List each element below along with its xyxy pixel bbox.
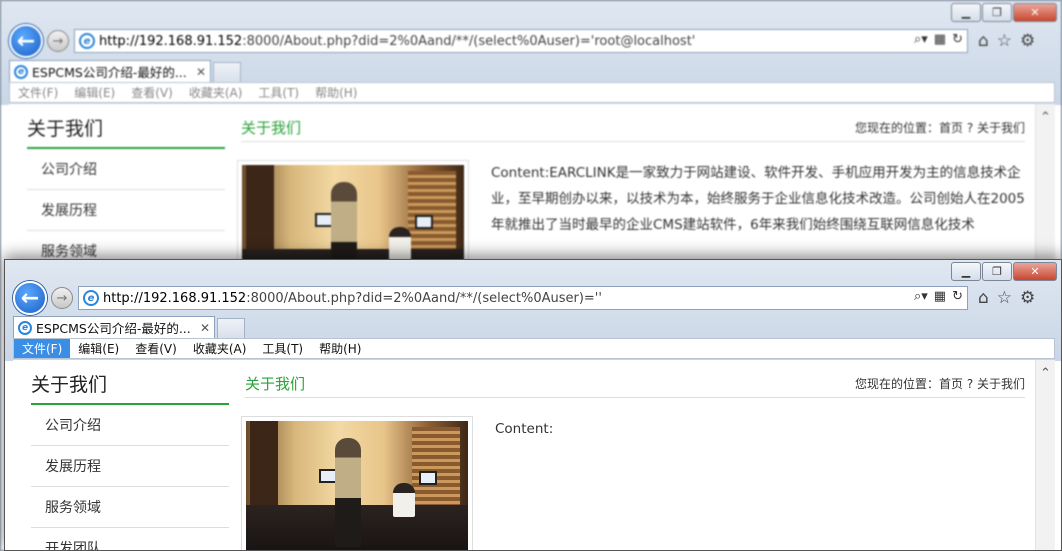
search-icon[interactable]: ⌕▾ xyxy=(914,289,928,304)
office-photo xyxy=(241,416,473,550)
browser-icons: ⌂ ☆ ⚙ xyxy=(978,288,1035,308)
menu-tools[interactable]: 工具(T) xyxy=(254,339,311,358)
menu-view[interactable]: 查看(V) xyxy=(123,83,181,102)
maximize-button[interactable]: ❐ xyxy=(982,3,1012,22)
page-content: 关于我们 公司介绍 发展历程 服务领域 开发团队 关于我们 您现在的位置：首页 … xyxy=(13,360,1055,550)
sidebar-item-history[interactable]: 发展历程 xyxy=(27,190,225,231)
back-button[interactable]: ← xyxy=(9,24,43,58)
browser-icons: ⌂ ☆ ⚙ xyxy=(978,31,1035,51)
browser-window-front: ▁ ❐ ✕ ← → e http://192.168.91.152:8000/A… xyxy=(4,259,1062,551)
compat-view-icon[interactable]: ▦ xyxy=(934,289,946,304)
search-icon[interactable]: ⌕▾ xyxy=(914,32,928,47)
chevron-up-icon[interactable]: ⌃ xyxy=(1040,366,1051,381)
sidebar-item-company-intro[interactable]: 公司介绍 xyxy=(31,405,229,446)
address-tools: ⌕▾ ▦ ↻ xyxy=(914,32,963,47)
new-tab-button[interactable] xyxy=(217,318,245,338)
forward-button[interactable]: → xyxy=(47,30,69,52)
back-button[interactable]: ← xyxy=(13,281,47,315)
minimize-button[interactable]: ▁ xyxy=(951,3,981,22)
browser-tab[interactable]: e ESPCMS公司介绍-最好的... ✕ xyxy=(9,60,211,82)
url-host: http://192.168.91.152 xyxy=(103,290,247,306)
home-icon[interactable]: ⌂ xyxy=(978,31,989,51)
menu-file[interactable]: 文件(F) xyxy=(10,83,66,102)
breadcrumb: 您现在的位置：首页 ? 关于我们 xyxy=(855,121,1025,135)
compat-view-icon[interactable]: ▦ xyxy=(934,32,946,47)
refresh-icon[interactable]: ↻ xyxy=(952,32,963,47)
address-bar[interactable]: e http://192.168.91.152:8000/About.php?d… xyxy=(78,286,968,310)
menu-edit[interactable]: 编辑(E) xyxy=(70,339,127,358)
menu-view[interactable]: 查看(V) xyxy=(127,339,185,358)
sidebar-title: 关于我们 xyxy=(27,114,225,149)
page-title: 关于我们 xyxy=(241,119,302,137)
sidebar: 关于我们 公司介绍 发展历程 服务领域 开发团队 xyxy=(31,370,229,550)
menu-help[interactable]: 帮助(H) xyxy=(307,83,365,102)
sidebar-title: 关于我们 xyxy=(31,370,229,405)
refresh-icon[interactable]: ↻ xyxy=(952,289,963,304)
url-path: :8000/About.php?did=2%0Aand/**/(select%0… xyxy=(242,33,696,49)
tab-title: ESPCMS公司介绍-最好的... xyxy=(32,65,187,80)
close-window-button[interactable]: ✕ xyxy=(1013,3,1057,22)
ie-tab-icon: e xyxy=(18,320,32,335)
navigation-bar: ← → e http://192.168.91.152:8000/About.p… xyxy=(13,281,1053,315)
url-path: :8000/About.php?did=2%0Aand/**/(select%0… xyxy=(246,290,602,306)
scrollbar[interactable]: ⌃ xyxy=(1035,360,1055,550)
content-header: 关于我们 您现在的位置：首页 ? 关于我们 xyxy=(245,370,1025,398)
arrow-right-icon: → xyxy=(52,33,64,49)
home-icon[interactable]: ⌂ xyxy=(978,288,989,308)
arrow-left-icon: ← xyxy=(20,285,40,311)
menu-bar: 文件(F) 编辑(E) 查看(V) 收藏夹(A) 工具(T) 帮助(H) xyxy=(9,82,1055,103)
tab-strip: e ESPCMS公司介绍-最好的... ✕ xyxy=(13,314,245,338)
close-icon[interactable]: ✕ xyxy=(196,65,206,79)
window-controls: ▁ ❐ ✕ xyxy=(950,262,1057,281)
sidebar: 关于我们 公司介绍 发展历程 服务领域 xyxy=(27,114,225,272)
ie-tab-icon: e xyxy=(14,64,28,79)
ie-page-icon: e xyxy=(79,33,95,49)
arrow-left-icon: ← xyxy=(16,28,36,54)
page-title: 关于我们 xyxy=(245,375,306,393)
address-tools: ⌕▾ ▦ ↻ xyxy=(914,289,963,304)
gear-icon[interactable]: ⚙ xyxy=(1020,288,1035,308)
menu-bar: 文件(F) 编辑(E) 查看(V) 收藏夹(A) 工具(T) 帮助(H) xyxy=(13,338,1055,359)
breadcrumb: 您现在的位置：首页 ? 关于我们 xyxy=(855,377,1025,391)
chevron-up-icon[interactable]: ⌃ xyxy=(1040,110,1051,125)
menu-edit[interactable]: 编辑(E) xyxy=(66,83,123,102)
url-host: http://192.168.91.152 xyxy=(99,33,243,49)
ie-page-icon: e xyxy=(83,290,99,306)
close-icon[interactable]: ✕ xyxy=(200,321,210,335)
navigation-bar: ← → e http://192.168.91.152:8000/About.p… xyxy=(9,24,1053,58)
menu-favorites[interactable]: 收藏夹(A) xyxy=(181,83,251,102)
tab-strip: e ESPCMS公司介绍-最好的... ✕ xyxy=(9,58,241,82)
sidebar-item-history[interactable]: 发展历程 xyxy=(31,446,229,487)
arrow-right-icon: → xyxy=(56,290,68,306)
window-controls: ▁ ❐ ✕ xyxy=(950,3,1057,22)
menu-help[interactable]: 帮助(H) xyxy=(311,339,369,358)
new-tab-button[interactable] xyxy=(213,62,241,82)
office-photo-image xyxy=(246,421,468,550)
close-window-button[interactable]: ✕ xyxy=(1013,262,1057,281)
menu-file[interactable]: 文件(F) xyxy=(14,339,71,358)
menu-tools[interactable]: 工具(T) xyxy=(250,83,307,102)
content-text: Content: xyxy=(495,421,554,437)
sidebar-item-company-intro[interactable]: 公司介绍 xyxy=(27,149,225,190)
tab-title: ESPCMS公司介绍-最好的... xyxy=(36,321,191,336)
star-icon[interactable]: ☆ xyxy=(997,288,1012,308)
sidebar-item-services[interactable]: 服务领域 xyxy=(31,487,229,528)
address-bar[interactable]: e http://192.168.91.152:8000/About.php?d… xyxy=(74,29,968,53)
star-icon[interactable]: ☆ xyxy=(997,31,1012,51)
content-header: 关于我们 您现在的位置：首页 ? 关于我们 xyxy=(241,114,1025,142)
maximize-button[interactable]: ❐ xyxy=(982,262,1012,281)
gear-icon[interactable]: ⚙ xyxy=(1020,31,1035,51)
sidebar-item-team[interactable]: 开发团队 xyxy=(31,528,229,550)
minimize-button[interactable]: ▁ xyxy=(951,262,981,281)
menu-favorites[interactable]: 收藏夹(A) xyxy=(185,339,255,358)
content-text: Content:EARCLINK是一家致力于网站建设、软件开发、手机应用开发为主… xyxy=(491,165,1025,233)
browser-tab[interactable]: e ESPCMS公司介绍-最好的... ✕ xyxy=(13,316,215,338)
forward-button[interactable]: → xyxy=(51,287,73,309)
